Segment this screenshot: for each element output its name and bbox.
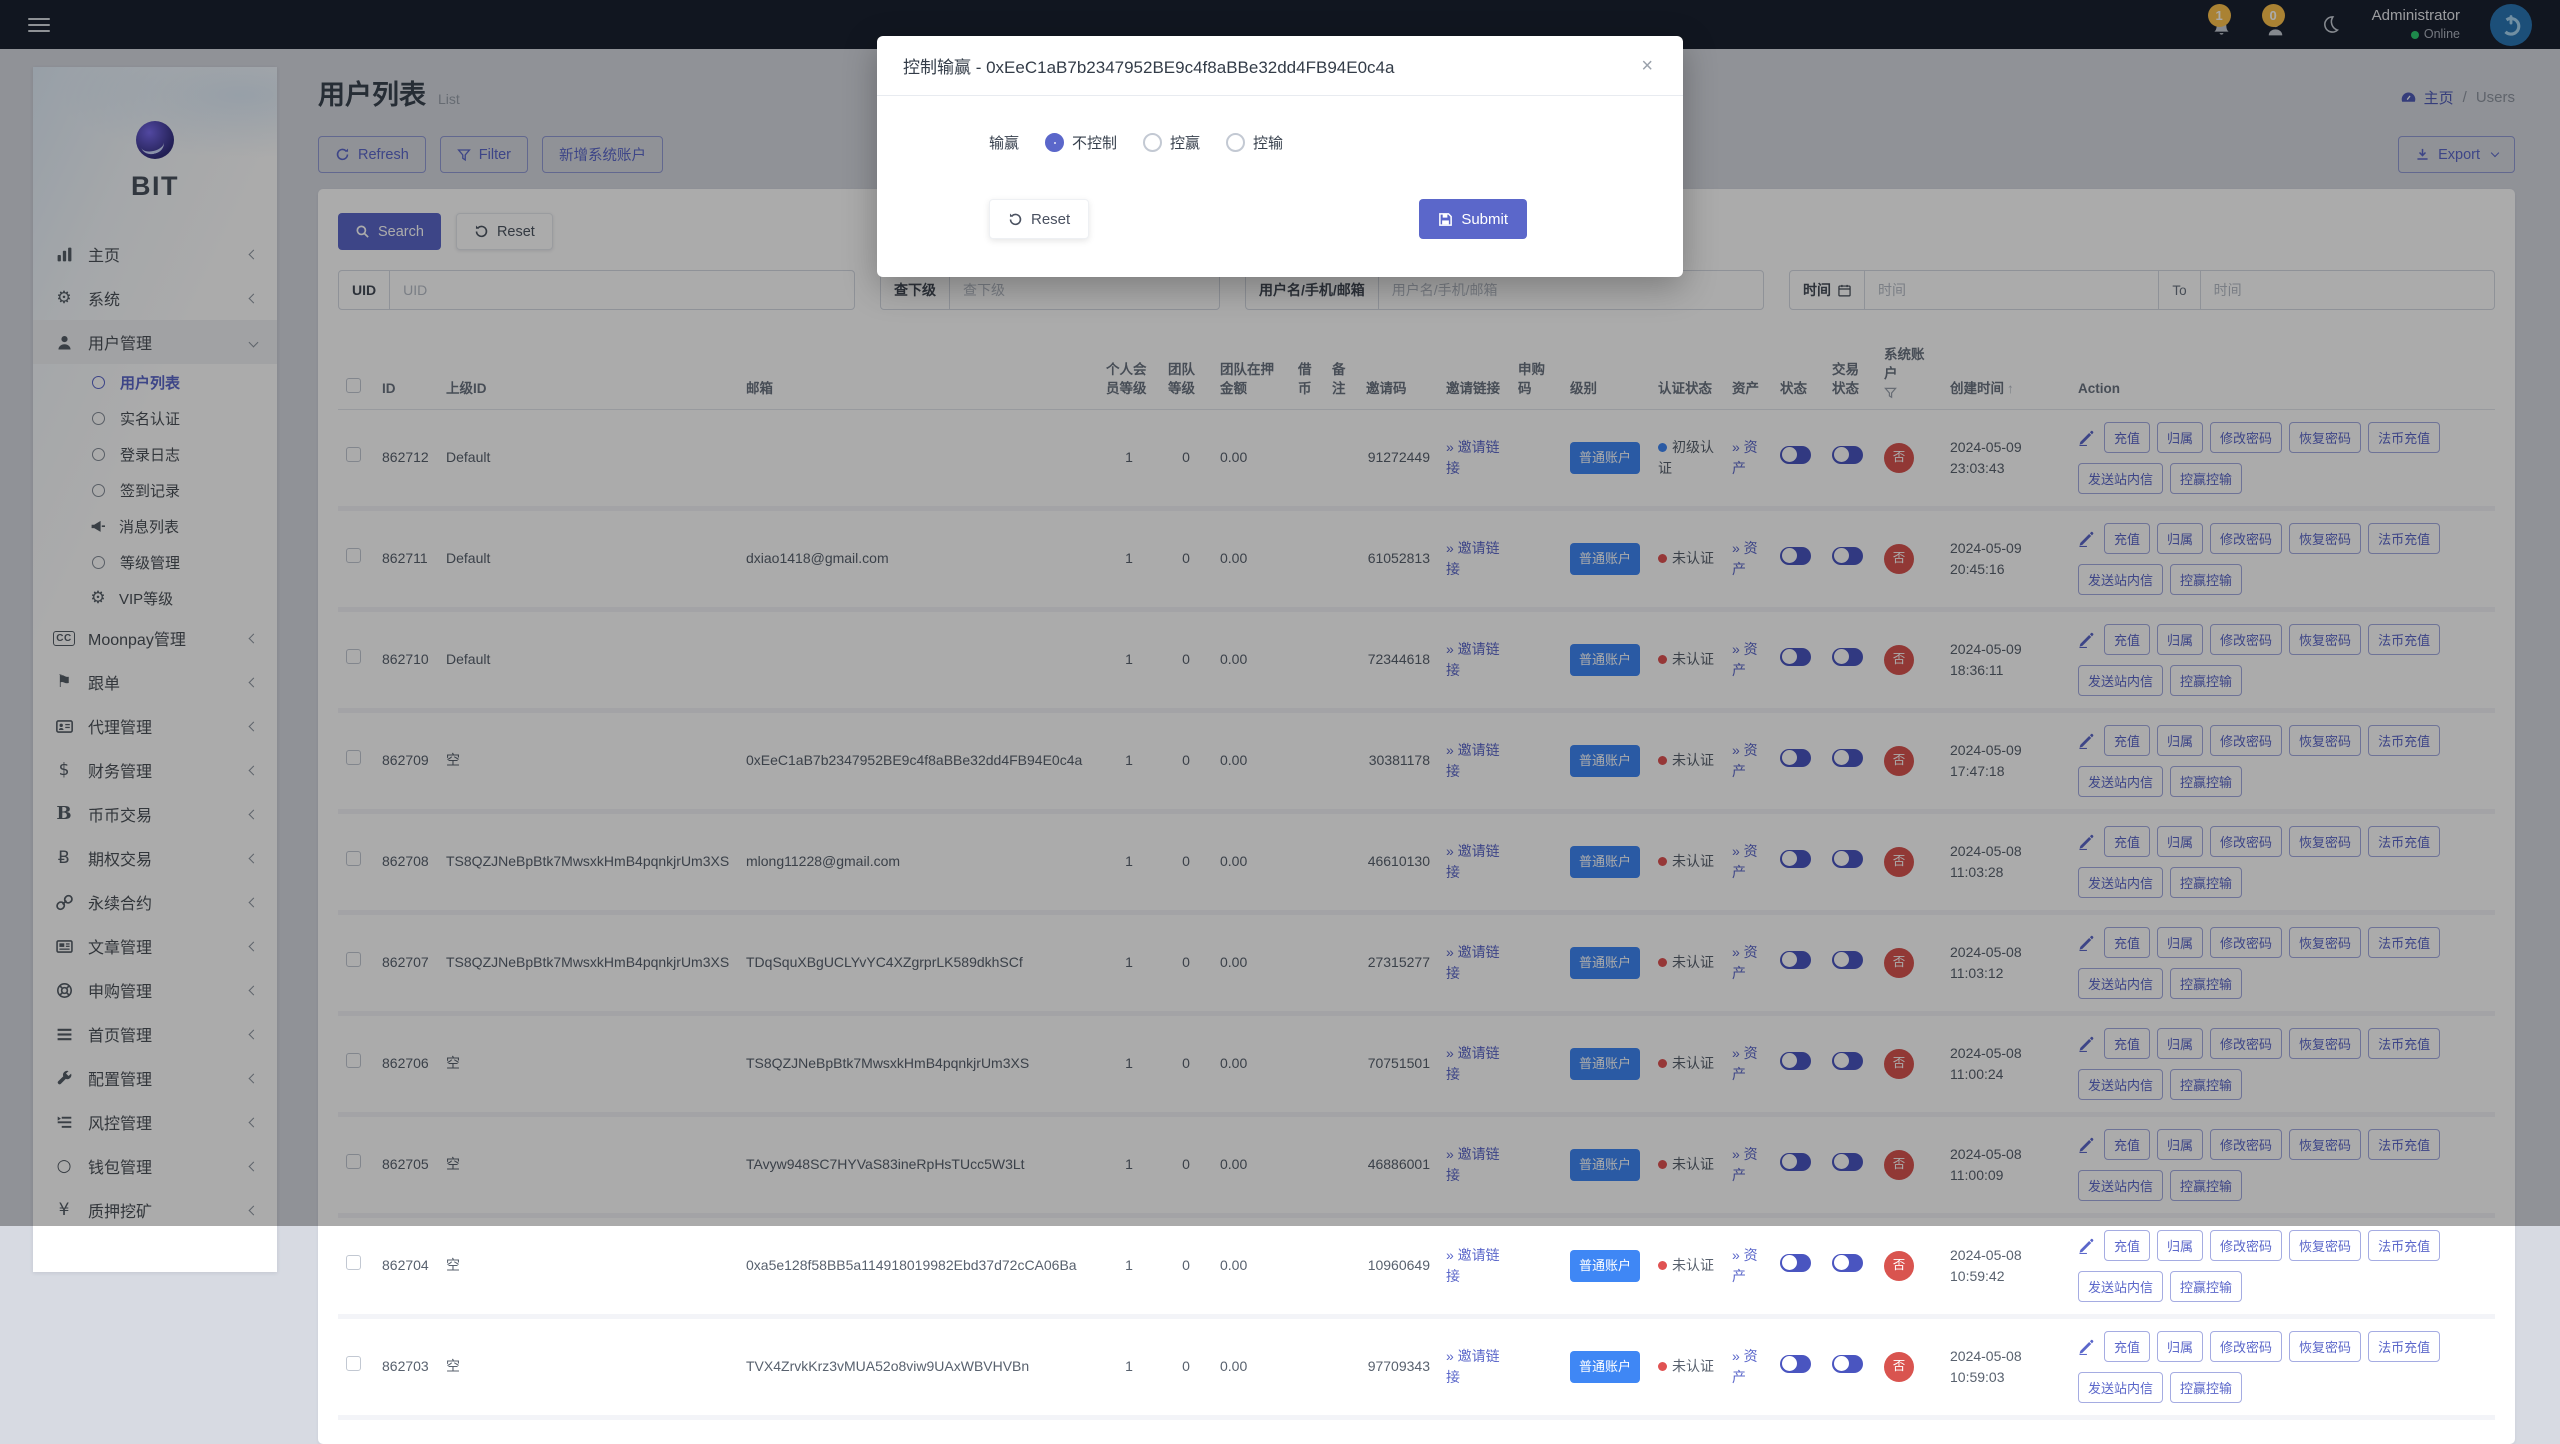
cell-auth-status: 未认证 [1650,1316,1724,1417]
recharge-button[interactable]: 充值 [2104,1230,2150,1261]
cell-invite-code: 10960649 [1358,1215,1438,1316]
save-icon [1438,212,1453,227]
win-loss-radio-group: 不控制 控赢 控输 [1045,132,1283,153]
account-level-badge: 普通账户 [1570,1250,1640,1282]
table-row: 862703空TVX4ZrvkKrz3vMUA52o8viw9UAxWBVHVB… [338,1316,2495,1417]
win-loss-radio-option[interactable]: 不控制 [1045,132,1117,153]
invite-link[interactable]: » 邀请链接 [1446,1348,1500,1385]
cell-auth-status: 未认证 [1650,1215,1724,1316]
reset-icon [1008,212,1023,227]
cell-subscribe-code [1510,1215,1562,1316]
cell-team-pledge: 0.00 [1212,1215,1290,1316]
win-loss-control-button[interactable]: 控赢控输 [2170,1271,2242,1302]
change-password-button[interactable]: 修改密码 [2210,1230,2282,1261]
modal-submit-button[interactable]: Submit [1419,199,1527,239]
trade-status-toggle[interactable] [1832,1355,1863,1373]
cell-note [1324,1215,1358,1316]
win-loss-radio-option[interactable]: 控赢 [1143,132,1200,153]
cell-member-level: 1 [1098,1215,1160,1316]
radio-option-label: 控输 [1253,132,1283,153]
status-toggle[interactable] [1780,1254,1811,1272]
system-account-badge: 否 [1884,1352,1914,1382]
win-loss-radio-option[interactable]: 控输 [1226,132,1283,153]
account-level-badge: 普通账户 [1570,1351,1640,1383]
cell-parent-id: 空 [438,1316,738,1417]
cell-member-level: 1 [1098,1316,1160,1417]
cell-borrow [1290,1316,1324,1417]
change-password-button[interactable]: 修改密码 [2210,1331,2282,1362]
cell-subscribe-code [1510,1316,1562,1417]
radio-icon [1226,133,1245,152]
cell-created-time: 2024-05-0810:59:42 [1942,1215,2070,1316]
fiat-recharge-button[interactable]: 法币充值 [2368,1230,2440,1261]
row-checkbox[interactable] [346,1356,361,1371]
cell-created-time: 2024-05-0810:59:03 [1942,1316,2070,1417]
auth-status-dot [1658,1362,1667,1371]
cell-email: 0xa5e128f58BB5a114918019982Ebd37d72cCA06… [738,1215,1098,1316]
restore-password-button[interactable]: 恢复密码 [2289,1331,2361,1362]
cell-team-pledge: 0.00 [1212,1316,1290,1417]
cell-id: 862704 [374,1215,438,1316]
table-row: 862704空0xa5e128f58BB5a114918019982Ebd37d… [338,1215,2495,1316]
attribution-button[interactable]: 归属 [2157,1331,2203,1362]
restore-password-button[interactable]: 恢复密码 [2289,1230,2361,1261]
cell-invite-code: 97709343 [1358,1316,1438,1417]
row-checkbox[interactable] [346,1255,361,1270]
edit-pencil-icon[interactable] [2078,1237,2095,1254]
radio-icon [1143,133,1162,152]
asset-link[interactable]: » 资产 [1732,1348,1758,1385]
cell-team-level: 0 [1160,1316,1212,1417]
asset-link[interactable]: » 资产 [1732,1247,1758,1284]
modal-title: 控制输赢 - 0xEeC1aB7b2347952BE9c4f8aBBe32dd4… [903,53,1394,78]
win-loss-control-modal: 控制输赢 - 0xEeC1aB7b2347952BE9c4f8aBBe32dd4… [877,36,1683,277]
trade-status-toggle[interactable] [1832,1254,1863,1272]
edit-pencil-icon[interactable] [2078,1338,2095,1355]
send-site-message-button[interactable]: 发送站内信 [2078,1372,2163,1403]
modal-reset-button[interactable]: Reset [989,199,1089,239]
cell-id: 862703 [374,1316,438,1417]
modal-close-icon[interactable]: × [1637,54,1657,78]
radio-option-label: 控赢 [1170,132,1200,153]
radio-option-label: 不控制 [1072,132,1117,153]
auth-status-dot [1658,1261,1667,1270]
win-loss-control-button[interactable]: 控赢控输 [2170,1372,2242,1403]
status-toggle[interactable] [1780,1355,1811,1373]
win-loss-field-label: 输赢 [989,132,1019,153]
cell-team-level: 0 [1160,1215,1212,1316]
cell-borrow [1290,1215,1324,1316]
send-site-message-button[interactable]: 发送站内信 [2078,1271,2163,1302]
cell-note [1324,1316,1358,1417]
radio-icon [1045,133,1064,152]
cell-parent-id: 空 [438,1215,738,1316]
attribution-button[interactable]: 归属 [2157,1230,2203,1261]
recharge-button[interactable]: 充值 [2104,1331,2150,1362]
system-account-badge: 否 [1884,1251,1914,1281]
cell-email: TVX4ZrvkKrz3vMUA52o8viw9UAxWBVHVBn [738,1316,1098,1417]
fiat-recharge-button[interactable]: 法币充值 [2368,1331,2440,1362]
invite-link[interactable]: » 邀请链接 [1446,1247,1500,1284]
